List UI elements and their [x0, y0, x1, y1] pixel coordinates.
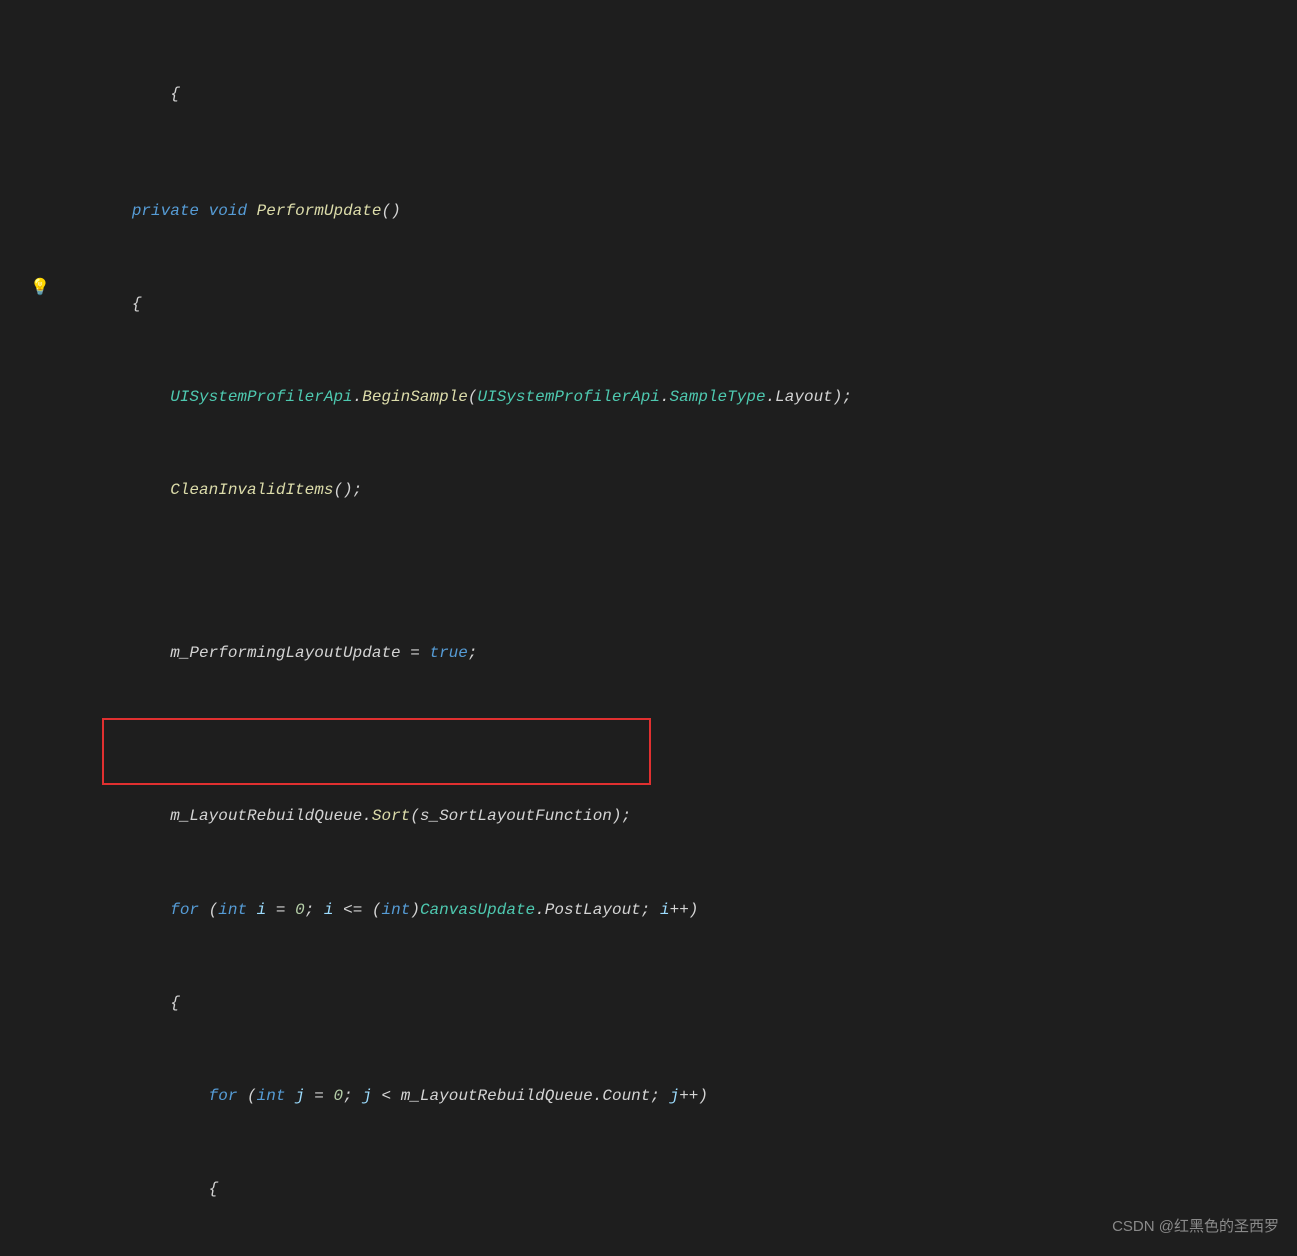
code-editor[interactable]: 💡 { private void PerformUpdate() { UISys…	[0, 0, 1297, 1256]
lightbulb-icon[interactable]: 💡	[30, 277, 50, 297]
code-line[interactable]: CleanInvalidItems();	[55, 479, 1297, 502]
code-line[interactable]: m_LayoutRebuildQueue.Sort(s_SortLayoutFu…	[55, 805, 1297, 828]
code-line[interactable]: {	[55, 1178, 1297, 1201]
code-line[interactable]: {	[55, 992, 1297, 1015]
code-line[interactable]: for (int i = 0; i <= (int)CanvasUpdate.P…	[55, 899, 1297, 922]
code-line[interactable]: private void PerformUpdate()	[55, 200, 1297, 223]
code-area[interactable]: { private void PerformUpdate() { UISyste…	[55, 0, 1297, 1256]
code-line[interactable]: m_PerformingLayoutUpdate = true;	[55, 642, 1297, 665]
watermark: CSDN @红黑色的圣西罗	[1112, 1215, 1279, 1236]
code-line[interactable]: for (int j = 0; j < m_LayoutRebuildQueue…	[55, 1085, 1297, 1108]
code-line[interactable]	[55, 549, 1297, 572]
code-line[interactable]: UISystemProfilerApi.BeginSample(UISystem…	[55, 386, 1297, 409]
gutter	[0, 0, 26, 1256]
code-line[interactable]: {	[55, 83, 1297, 106]
code-line[interactable]	[55, 712, 1297, 735]
code-line[interactable]: {	[55, 293, 1297, 316]
